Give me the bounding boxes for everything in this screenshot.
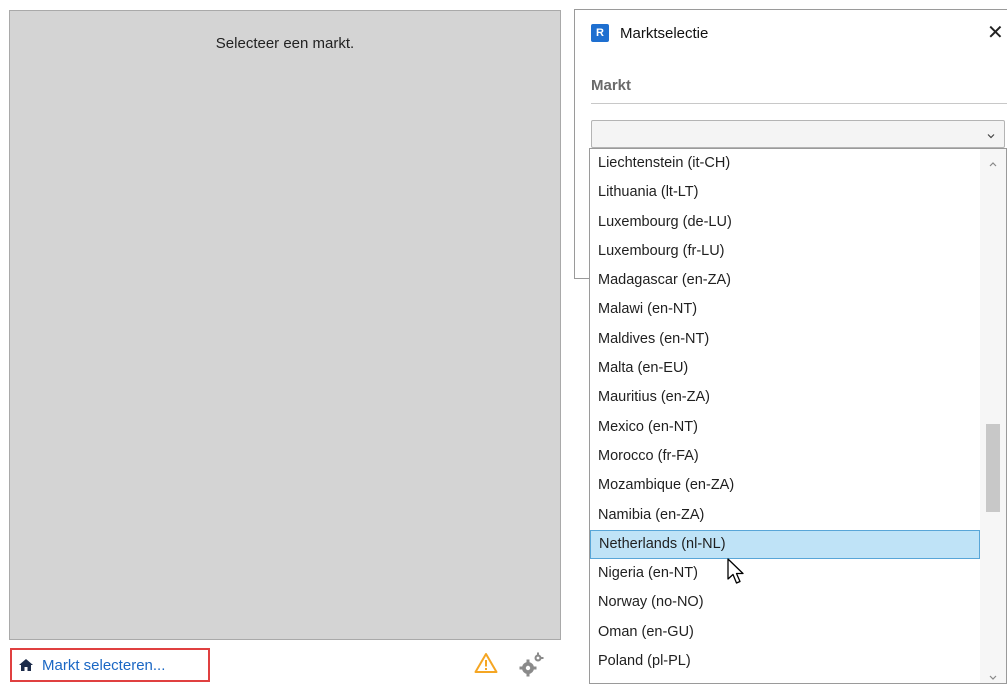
- warning-icon[interactable]: [474, 652, 498, 674]
- list-item[interactable]: Malta (en-EU): [590, 354, 980, 383]
- close-icon[interactable]: ✕: [987, 23, 1004, 43]
- list-item[interactable]: Maldives (en-NT): [590, 325, 980, 354]
- dialog-title: Marktselectie: [620, 25, 709, 42]
- market-options: Liechtenstein (it-CH) Lithuania (lt-LT) Lu…: [590, 149, 980, 676]
- empty-state-message: Selecteer een markt.: [215, 35, 355, 52]
- gear-icon[interactable]: [518, 650, 546, 678]
- divider: [591, 103, 1007, 104]
- market-field-label: Markt: [591, 77, 632, 94]
- main-panel: Selecteer een markt.: [9, 10, 561, 640]
- scrollbar-thumb[interactable]: [986, 424, 1000, 512]
- list-item[interactable]: Morocco (fr-FA): [590, 442, 980, 471]
- scrollbar[interactable]: [980, 149, 1006, 683]
- list-item[interactable]: Mexico (en-NT): [590, 413, 980, 442]
- list-item[interactable]: Mozambique (en-ZA): [590, 471, 980, 500]
- list-item[interactable]: Madagascar (en-ZA): [590, 266, 980, 295]
- list-item[interactable]: Mauritius (en-ZA): [590, 383, 980, 412]
- market-dropdown-list[interactable]: Liechtenstein (it-CH) Lithuania (lt-LT) Lu…: [589, 148, 1007, 684]
- list-item[interactable]: Liechtenstein (it-CH): [590, 149, 980, 178]
- select-market-link[interactable]: Markt selecteren...: [10, 648, 210, 682]
- home-icon: [18, 658, 34, 672]
- list-item[interactable]: Luxembourg (de-LU): [590, 208, 980, 237]
- select-market-link-label: Markt selecteren...: [42, 656, 166, 674]
- list-item[interactable]: Malawi (en-NT): [590, 295, 980, 324]
- list-item[interactable]: Oman (en-GU): [590, 618, 980, 647]
- list-item[interactable]: Norway (no-NO): [590, 588, 980, 617]
- list-item[interactable]: Luxembourg (fr-LU): [590, 237, 980, 266]
- chevron-down-icon[interactable]: [988, 669, 998, 680]
- chevron-up-icon[interactable]: [988, 155, 998, 167]
- mouse-cursor-icon: [726, 558, 746, 586]
- market-select[interactable]: [591, 120, 1005, 148]
- list-item-selected[interactable]: Netherlands (nl-NL): [590, 529, 980, 560]
- list-item[interactable]: Lithuania (lt-LT): [590, 178, 980, 207]
- chevron-down-icon: [986, 128, 996, 139]
- list-item[interactable]: Poland (pl-PL): [590, 647, 980, 676]
- revit-app-icon: R: [591, 24, 609, 42]
- list-item[interactable]: Nigeria (en-NT): [590, 559, 980, 588]
- list-item[interactable]: Namibia (en-ZA): [590, 501, 980, 530]
